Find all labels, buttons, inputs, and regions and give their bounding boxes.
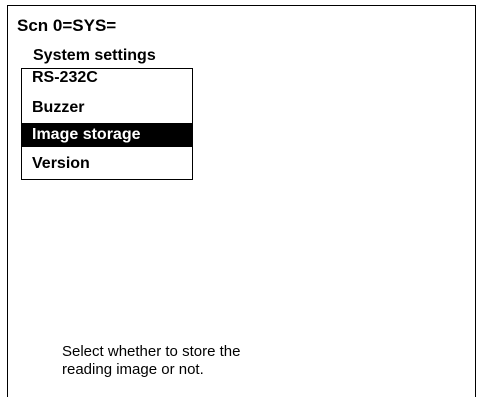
menu-item-version[interactable]: Version — [22, 152, 192, 176]
menu-item-image-storage[interactable]: Image storage — [22, 123, 192, 147]
help-text-line-1: Select whether to store the — [62, 343, 241, 360]
menu-heading: System settings — [33, 47, 156, 64]
help-text: Select whether to store the reading imag… — [62, 343, 240, 379]
menu-item-rs232c[interactable]: RS-232C — [22, 66, 192, 90]
menu-item-buzzer[interactable]: Buzzer — [22, 96, 192, 120]
help-text-line-2: reading image or not. — [62, 361, 204, 378]
system-settings-menu: RS-232C Buzzer Image storage Version — [21, 68, 193, 180]
screen-title: Scn 0=SYS= — [17, 16, 117, 35]
